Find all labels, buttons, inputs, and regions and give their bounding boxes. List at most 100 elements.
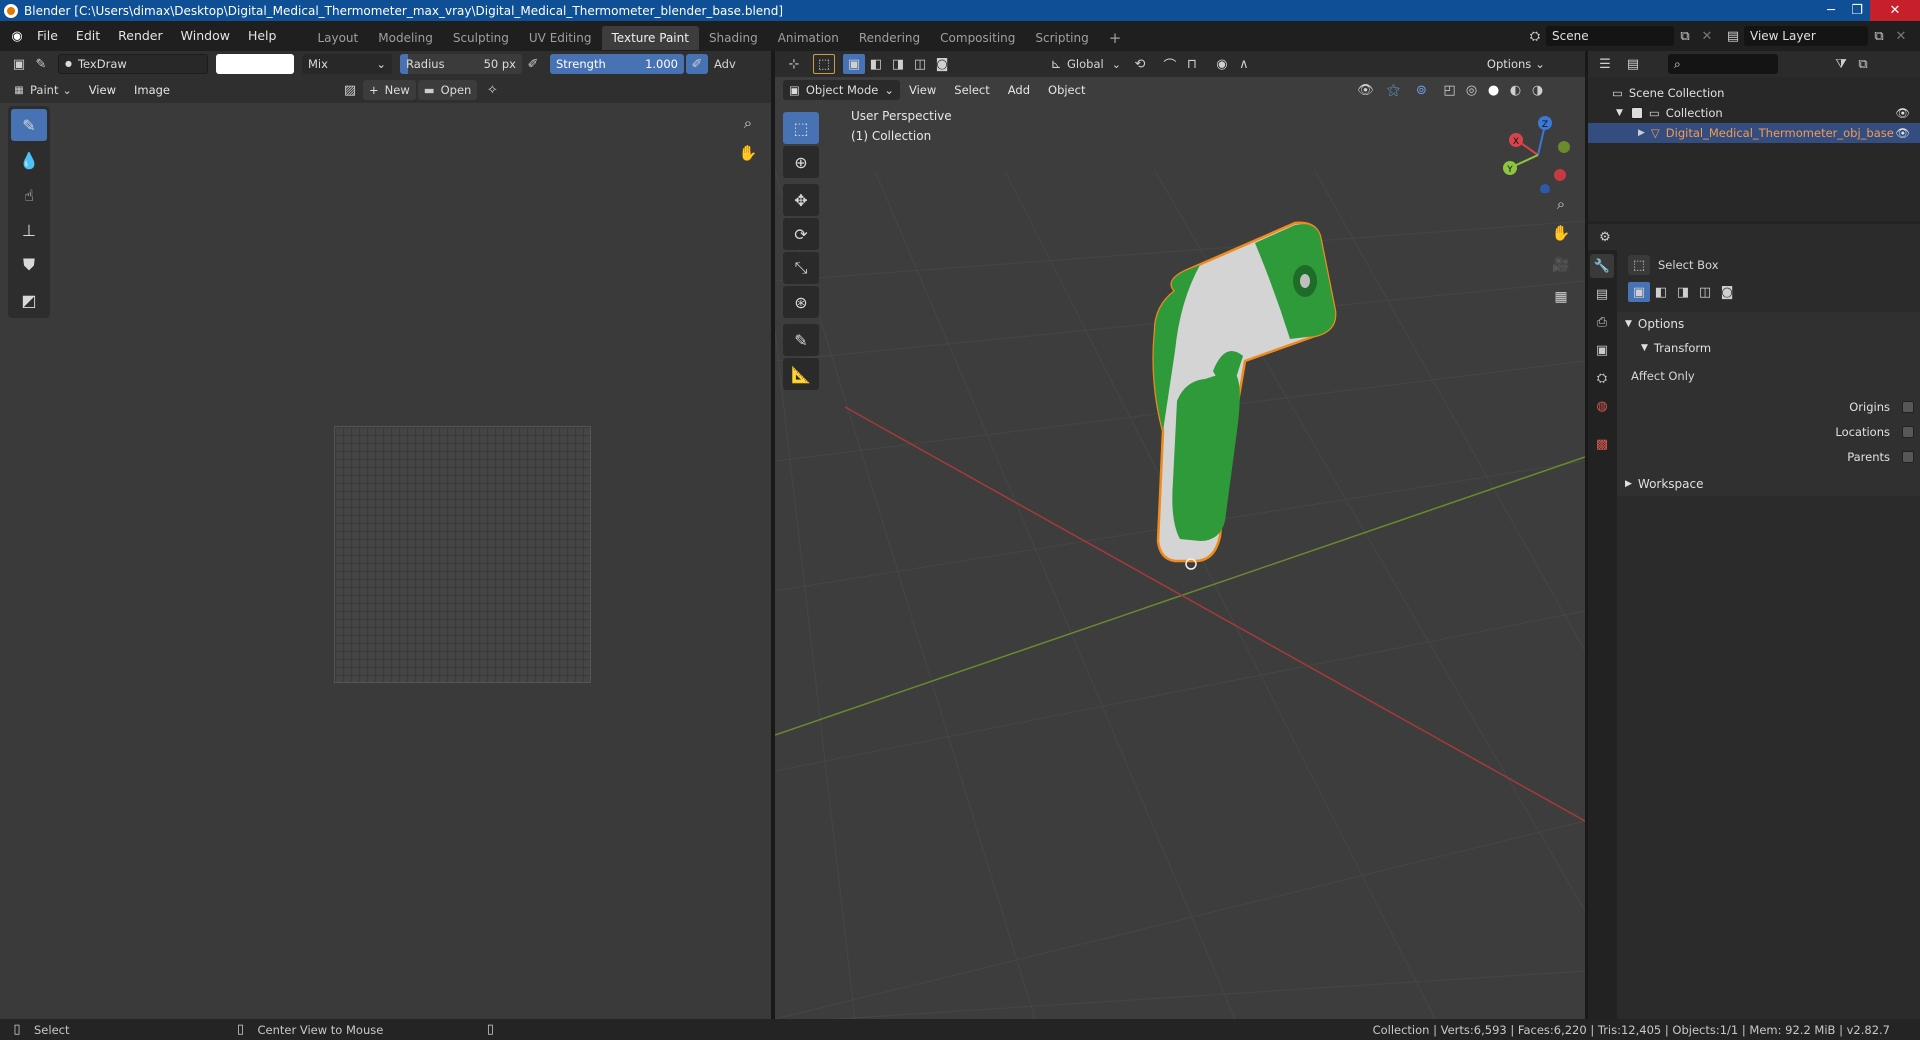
maximize-button[interactable]: ❐	[1844, 0, 1870, 21]
wireframe-shading-icon[interactable]: ◎	[1460, 80, 1482, 100]
properties-editor-type-icon[interactable]: ⚙	[1594, 227, 1616, 247]
outliner-panel[interactable]: ☰ ▤ ⌕ ⧩ ⧉ ▭ Scene Collection ▼ ▭ Collect…	[1588, 51, 1920, 221]
tab-shading[interactable]: Shading	[699, 26, 768, 50]
3d-viewport[interactable]: Z X Y	[775, 51, 1585, 1019]
thermometer-model[interactable]	[1125, 221, 1345, 621]
transform-icon[interactable]: ⊛	[783, 286, 819, 318]
brush-color-swatch[interactable]	[216, 54, 294, 74]
select-box-tool-icon[interactable]: ⬚	[813, 54, 835, 74]
zoom-icon[interactable]: ⌕	[737, 113, 759, 133]
material-shading-icon[interactable]: ◐	[1504, 80, 1526, 100]
object-mode-dropdown[interactable]: ▣ Object Mode ⌄	[783, 80, 900, 100]
outliner-scene-collection[interactable]: ▭ Scene Collection	[1588, 83, 1920, 103]
expand-arrow-icon[interactable]: ▶	[1638, 128, 1645, 138]
pin-icon[interactable]: ✧	[481, 80, 503, 100]
add-workspace-button[interactable]: +	[1099, 26, 1132, 50]
menu-help[interactable]: Help	[239, 21, 286, 51]
smear-tool-icon[interactable]: ☝	[11, 179, 47, 211]
world-tab-icon[interactable]: ◍	[1590, 394, 1614, 418]
eye-icon[interactable]: 👁	[1895, 106, 1910, 120]
new-view-layer-icon[interactable]: ⧉	[1868, 26, 1890, 46]
rendered-shading-icon[interactable]: ◑	[1526, 80, 1548, 100]
perspective-toggle-icon[interactable]: ▦	[1550, 287, 1572, 307]
select-box-icon[interactable]: ⬚	[783, 112, 819, 144]
options-dropdown[interactable]: Options ⌄	[1480, 54, 1551, 74]
tab-uv-editing[interactable]: UV Editing	[519, 26, 602, 50]
pan-hand-icon[interactable]: ✋	[737, 143, 759, 163]
mode-set-icon[interactable]: ▣	[1628, 282, 1650, 302]
view-layer-icon[interactable]: ▤	[1722, 26, 1744, 46]
menu-image[interactable]: Image	[125, 77, 179, 103]
soften-tool-icon[interactable]: 💧	[11, 144, 47, 176]
menu-view-3d[interactable]: View	[900, 77, 945, 103]
new-scene-icon[interactable]: ⧉	[1674, 26, 1696, 46]
mode-invert-icon[interactable]: ◫	[1694, 282, 1716, 302]
draw-tool-icon[interactable]: ✎	[11, 109, 47, 141]
close-button[interactable]: ✕	[1870, 0, 1920, 21]
mode-subtract-icon[interactable]: ◨	[1672, 282, 1694, 302]
menu-object[interactable]: Object	[1039, 77, 1094, 103]
tab-compositing[interactable]: Compositing	[930, 26, 1025, 50]
annotate-icon[interactable]: ✎	[783, 324, 819, 356]
menu-window[interactable]: Window	[172, 21, 239, 51]
tab-layout[interactable]: Layout	[307, 26, 368, 50]
orientation-icon[interactable]: ⊾	[1045, 54, 1067, 74]
editor-type-icon[interactable]: ▣	[8, 54, 30, 74]
tool-tab-icon[interactable]: 🔧	[1590, 254, 1614, 278]
tab-scripting[interactable]: Scripting	[1025, 26, 1098, 50]
gizmo-toggle-icon[interactable]: ⚝	[1382, 80, 1404, 100]
menu-view[interactable]: View	[80, 77, 125, 103]
proportional-edit-icon[interactable]: ◉	[1211, 54, 1233, 74]
view-layer-field[interactable]: View Layer	[1744, 26, 1868, 46]
eye-icon[interactable]: 👁	[1895, 126, 1910, 140]
cursor-icon[interactable]: ⊕	[783, 146, 819, 178]
tab-sculpting[interactable]: Sculpting	[443, 26, 519, 50]
filter-icon[interactable]: ⧩	[1830, 54, 1852, 74]
brush-icon[interactable]: ✎	[30, 54, 52, 74]
scene-icon[interactable]: ⛭	[1524, 26, 1546, 46]
tab-texture-paint[interactable]: Texture Paint	[601, 25, 699, 50]
select-mode-subtract-icon[interactable]: ◨	[887, 54, 909, 74]
paint-mode-dropdown[interactable]: Paint	[30, 83, 58, 97]
outliner-editor-type-icon[interactable]: ☰	[1594, 54, 1616, 74]
transform-tool-icon[interactable]: ⊹	[783, 54, 805, 74]
delete-view-layer-icon[interactable]: ✕	[1890, 26, 1912, 46]
select-mode-new-icon[interactable]: ▣	[843, 54, 865, 74]
origins-row[interactable]: Origins	[1617, 394, 1920, 419]
fill-tool-icon[interactable]: ⛊	[11, 249, 47, 281]
mode-intersect-icon[interactable]: ◙	[1716, 282, 1738, 302]
minimize-button[interactable]: ─	[1818, 0, 1844, 21]
uv-image-canvas[interactable]	[334, 426, 591, 683]
tab-rendering[interactable]: Rendering	[849, 26, 930, 50]
display-mode-icon[interactable]: ▤	[1622, 54, 1644, 74]
menu-render[interactable]: Render	[109, 21, 172, 51]
blend-mode-dropdown[interactable]: Mix ⌄	[302, 54, 392, 74]
camera-view-icon[interactable]: 🎥	[1550, 255, 1572, 275]
menu-edit[interactable]: Edit	[67, 21, 109, 51]
outliner-search-input[interactable]: ⌕	[1668, 54, 1778, 74]
strength-pressure-icon[interactable]: ✐	[686, 54, 708, 74]
solid-shading-icon[interactable]: ●	[1482, 80, 1504, 100]
parents-checkbox[interactable]	[1902, 450, 1914, 463]
scene-name-field[interactable]: Scene	[1546, 26, 1674, 46]
new-image-button[interactable]: + New	[363, 80, 416, 100]
delete-scene-icon[interactable]: ✕	[1696, 26, 1718, 46]
pivot-point-icon[interactable]: ⟲	[1129, 54, 1151, 74]
move-icon[interactable]: ✥	[783, 184, 819, 216]
locations-checkbox[interactable]	[1902, 425, 1914, 438]
menu-file[interactable]: File	[28, 21, 67, 51]
strength-slider[interactable]: Strength 1.000	[550, 54, 684, 74]
select-mode-invert-icon[interactable]: ◫	[909, 54, 931, 74]
parents-row[interactable]: Parents	[1617, 444, 1920, 469]
snap-icon[interactable]: ⌒	[1159, 54, 1181, 74]
mode-extend-icon[interactable]: ◧	[1650, 282, 1672, 302]
workspace-panel-header[interactable]: ▶ Workspace	[1617, 472, 1920, 496]
visibility-icon[interactable]: 👁	[1354, 80, 1376, 100]
expand-arrow-icon[interactable]: ▼	[1616, 108, 1623, 118]
collection-checkbox[interactable]	[1630, 107, 1643, 119]
mask-tool-icon[interactable]: ◩	[11, 284, 47, 316]
measure-icon[interactable]: 📐	[783, 358, 819, 390]
select-mode-intersect-icon[interactable]: ◙	[931, 54, 953, 74]
open-image-button[interactable]: ▬ Open	[417, 80, 478, 100]
texture-tab-icon[interactable]: ▩	[1590, 432, 1614, 456]
